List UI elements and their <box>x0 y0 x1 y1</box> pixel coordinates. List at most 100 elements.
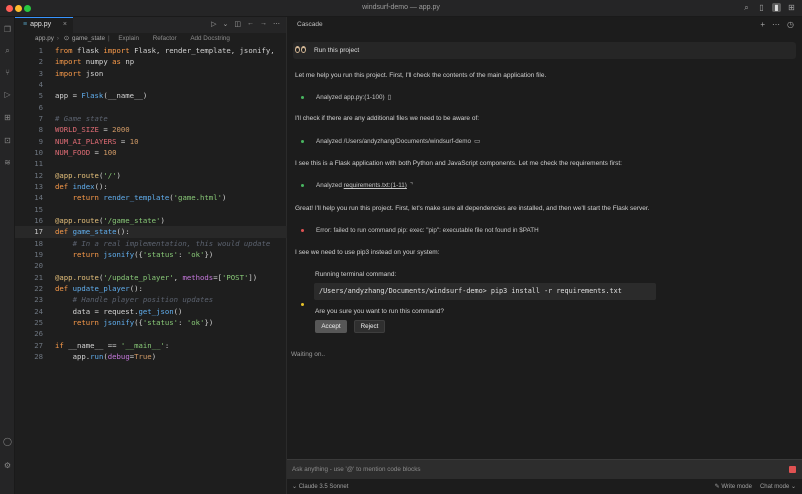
new-chat-icon[interactable]: + <box>760 20 765 29</box>
code-line[interactable]: 13 def index(): <box>15 181 287 192</box>
code-line[interactable]: 6 <box>15 102 287 113</box>
codelens-refactor[interactable]: Refactor <box>153 35 177 42</box>
terminal-command[interactable]: /Users/andyzhang/Documents/windsurf-demo… <box>314 283 656 300</box>
line-number: 25 <box>34 317 43 327</box>
run-debug-icon[interactable]: ▷ <box>3 90 12 99</box>
code-text[interactable]: import numpy as np <box>55 56 134 67</box>
line-number: 12 <box>34 170 43 180</box>
code-line[interactable]: 27 if __name__ == '__main__': <box>15 340 287 351</box>
code-line[interactable]: 26 <box>15 328 287 339</box>
code-text[interactable]: # In a real implementation, this would u… <box>55 238 271 249</box>
code-text[interactable]: data = request.get_json() <box>55 306 183 317</box>
code-text[interactable]: def update_player(): <box>55 283 143 294</box>
code-text[interactable]: return render_template('game.html') <box>55 192 227 203</box>
line-number: 8 <box>38 125 43 135</box>
code-text[interactable]: # Game state <box>55 113 108 124</box>
chevron-down-icon: ⌄ <box>789 484 796 490</box>
accept-button[interactable]: Accept <box>315 320 347 333</box>
code-line[interactable]: 8 WORLD_SIZE = 2000 <box>15 124 287 135</box>
code-text[interactable]: if __name__ == '__main__': <box>55 340 169 351</box>
line-number: 10 <box>34 147 43 157</box>
code-text[interactable]: NUM_AI_PLAYERS = 10 <box>55 136 139 147</box>
breadcrumb-file[interactable]: app.py <box>35 35 54 42</box>
folder-icon: ▭ <box>474 138 481 145</box>
code-text[interactable]: app.run(debug=True) <box>55 351 157 362</box>
code-line[interactable]: 20 <box>15 260 287 271</box>
run-icon[interactable]: ▷ <box>211 20 216 28</box>
more-icon[interactable]: ⋯ <box>772 20 780 29</box>
tab-app-py[interactable]: ≡ app.py × <box>15 17 73 33</box>
code-line[interactable]: 21 @app.route('/update_player', methods=[… <box>15 272 287 283</box>
status-dot <box>301 96 304 99</box>
panel-right-icon[interactable]: ▮ <box>772 3 781 12</box>
code-text[interactable]: return jsonify({'status': 'ok'}) <box>55 317 214 328</box>
code-line[interactable]: 23 # Handle player position updates <box>15 294 287 305</box>
assistant-text: Great! I'll help you run this project. F… <box>295 205 650 212</box>
model-selector[interactable]: ⌄ Claude 3.5 Sonnet <box>292 483 348 490</box>
remote-icon[interactable]: ⊡ <box>3 136 12 145</box>
chat-input[interactable]: Ask anything - use '@' to mention code b… <box>287 459 802 479</box>
code-line[interactable]: 11 <box>15 158 287 169</box>
codelens-explain[interactable]: Explain <box>118 35 139 42</box>
settings-gear-icon[interactable]: ⚙ <box>3 461 12 470</box>
code-line[interactable]: 17 def game_state(): <box>15 226 287 238</box>
code-line[interactable]: 5 app = Flask(__name__) <box>15 90 287 101</box>
code-text[interactable]: def index(): <box>55 181 108 192</box>
reject-button[interactable]: Reject <box>354 320 385 333</box>
extensions-icon[interactable]: ⊞ <box>3 113 12 122</box>
code-line[interactable]: 10 NUM_FOOD = 100 <box>15 147 287 158</box>
codelens-add-docstring[interactable]: Add Docstring <box>190 35 230 42</box>
code-line[interactable]: 1 from flask import Flask, render_templat… <box>15 45 287 56</box>
code-line[interactable]: 2 import numpy as np <box>15 56 287 67</box>
code-line[interactable]: 18 # In a real implementation, this woul… <box>15 238 287 249</box>
code-line[interactable]: 16 @app.route('/game_state') <box>15 215 287 226</box>
code-line[interactable]: 19 return jsonify({'status': 'ok'}) <box>15 249 287 260</box>
search-icon[interactable]: ⌕ <box>742 3 751 12</box>
code-line[interactable]: 7 # Game state <box>15 113 287 124</box>
account-icon[interactable]: ◯ <box>3 437 12 446</box>
back-icon[interactable]: ← <box>247 20 254 28</box>
more-icon[interactable]: ⋯ <box>273 20 280 28</box>
step-prefix: Analyzed <box>316 94 344 101</box>
code-line[interactable]: 22 def update_player(): <box>15 283 287 294</box>
breadcrumb-symbol[interactable]: game_state <box>72 35 105 42</box>
history-icon[interactable]: ◷ <box>787 20 794 29</box>
code-text[interactable]: NUM_FOOD = 100 <box>55 147 117 158</box>
split-editor-icon[interactable]: ◫ <box>234 20 241 28</box>
code-text[interactable]: # Handle player position updates <box>55 294 214 305</box>
forward-icon[interactable]: → <box>260 20 267 28</box>
code-text[interactable]: import json <box>55 68 103 79</box>
code-text[interactable]: WORLD_SIZE = 2000 <box>55 124 130 135</box>
chat-mode-toggle[interactable]: Chat mode ⌄ <box>760 483 796 490</box>
close-tab-icon[interactable]: × <box>63 21 67 28</box>
code-lines[interactable]: 1 from flask import Flask, render_templat… <box>15 45 287 362</box>
code-text[interactable]: def game_state(): <box>55 226 130 237</box>
code-line[interactable]: 9 NUM_AI_PLAYERS = 10 <box>15 136 287 147</box>
windsurf-icon[interactable]: ≋ <box>3 158 12 167</box>
layout-icon[interactable]: ⊞ <box>787 3 796 12</box>
code-text[interactable]: return jsonify({'status': 'ok'}) <box>55 249 214 260</box>
code-line[interactable]: 12 @app.route('/') <box>15 170 287 181</box>
code-text[interactable]: app = Flask(__name__) <box>55 90 147 101</box>
code-text[interactable]: @app.route('/update_player', methods=['P… <box>55 272 257 283</box>
code-line[interactable]: 4 <box>15 79 287 90</box>
code-line[interactable]: 24 data = request.get_json() <box>15 306 287 317</box>
code-text[interactable]: from flask import Flask, render_template… <box>55 45 275 56</box>
run-dropdown-icon[interactable]: ⌄ <box>223 20 229 28</box>
write-mode-toggle[interactable]: ✎ Write mode <box>715 483 752 490</box>
code-text[interactable]: @app.route('/') <box>55 170 121 181</box>
status-dot <box>301 140 304 143</box>
code-line[interactable]: 15 <box>15 204 287 215</box>
source-control-icon[interactable]: ⑂ <box>3 68 12 77</box>
search-icon[interactable]: ⌕ <box>3 46 12 55</box>
panel-left-icon[interactable]: ▯ <box>757 3 766 12</box>
stop-button[interactable] <box>789 466 796 473</box>
explorer-icon[interactable]: ❐ <box>3 25 12 34</box>
step-target[interactable]: requirements.txt:(1-11) <box>344 182 407 189</box>
code-line[interactable]: 3 import json <box>15 68 287 79</box>
code-text[interactable]: @app.route('/game_state') <box>55 215 165 226</box>
code-line[interactable]: 28 app.run(debug=True) <box>15 351 287 362</box>
code-line[interactable]: 25 return jsonify({'status': 'ok'}) <box>15 317 287 328</box>
code-line[interactable]: 14 return render_template('game.html') <box>15 192 287 203</box>
user-message: Run this project <box>293 42 796 59</box>
